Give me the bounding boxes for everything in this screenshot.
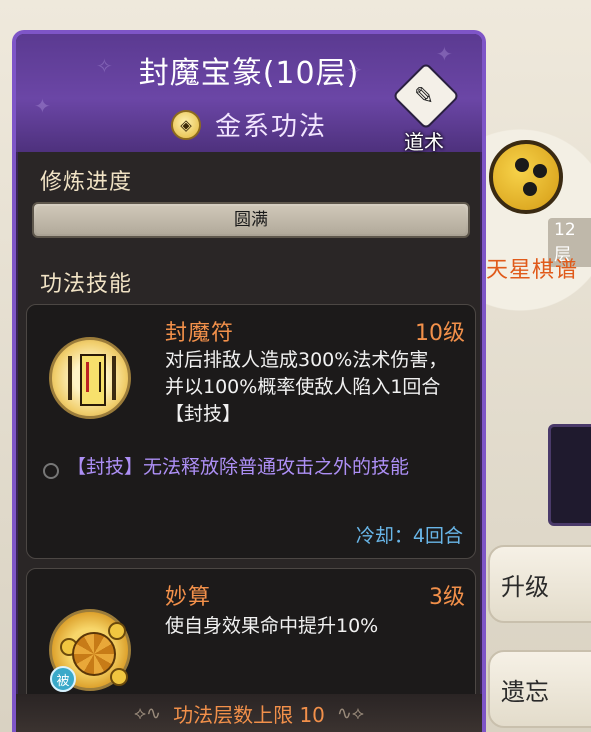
- upgrade-button-label: 升级: [501, 572, 549, 601]
- forget-button[interactable]: 遗忘: [488, 650, 591, 728]
- status-effect-note: 【封技】无法释放除普通攻击之外的技能: [67, 456, 410, 478]
- skill-description: 使自身效果命中提升10%: [165, 615, 379, 637]
- ornament-right-icon: ∿⟡: [336, 702, 364, 724]
- skill-name: 妙算: [165, 585, 212, 610]
- cultivation-progress-text: 圆满: [234, 210, 268, 230]
- cultivation-section-label: 修炼进度: [40, 170, 133, 195]
- type-badge: ✎ 道术: [392, 62, 460, 154]
- cultivation-progress-bar: 圆满: [32, 202, 470, 238]
- forget-button-label: 遗忘: [501, 677, 549, 706]
- gold-element-icon: ◈: [170, 109, 201, 140]
- skill-card[interactable]: 封魔符 10级 对后排敌人造成300%法术伤害，并以100%概率使敌人陷入1回合…: [26, 304, 476, 559]
- skill-level: 10级: [415, 321, 465, 346]
- layer-limit-footer: ⟡∿ 功法层数上限 10 ∿⟡: [16, 694, 482, 732]
- type-badge-label: 道术: [404, 130, 444, 154]
- skills-section-label: 功法技能: [40, 272, 133, 297]
- background-item-name: 天星棋谱: [486, 258, 579, 283]
- seal-talisman-icon: [49, 337, 131, 419]
- skill-level: 3级: [429, 585, 465, 610]
- technique-detail-panel: ✦ ✧ ✧ ✦ 封魔宝篆(10层) ◈ 金系功法 ✎ 道术 修炼进度 圆满 功法…: [12, 30, 486, 732]
- status-bullet-icon: [43, 463, 59, 479]
- skill-description: 对后排敌人造成300%法术伤害，并以100%概率使敌人陷入1回合【封技】: [165, 349, 448, 425]
- skill-cooldown: 冷却：4回合: [355, 525, 463, 547]
- element-label: 金系功法: [214, 112, 327, 142]
- layer-limit-text: 功法层数上限 10: [173, 702, 325, 727]
- background-item-frame: [548, 424, 591, 526]
- turtle-shell-icon: 被: [49, 609, 131, 692]
- scroll-icon: ✎: [413, 82, 435, 110]
- skill-name: 封魔符: [165, 321, 235, 346]
- upgrade-button[interactable]: 升级: [488, 545, 591, 623]
- passive-tag: 被: [50, 666, 76, 692]
- ornament-left-icon: ⟡∿: [134, 702, 162, 724]
- background-item-icon: [489, 140, 563, 214]
